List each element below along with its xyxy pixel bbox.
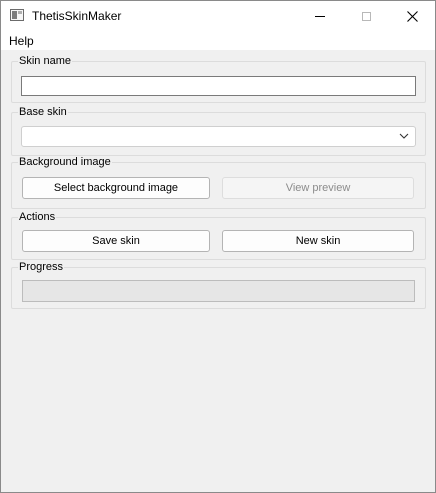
skin-name-input[interactable]	[21, 76, 416, 96]
new-skin-button[interactable]: New skin	[222, 230, 414, 252]
title-bar: ThetisSkinMaker	[1, 1, 435, 32]
close-icon	[406, 11, 418, 22]
background-image-label: Background image	[19, 156, 111, 168]
maximize-icon	[361, 12, 371, 21]
progress-bar	[22, 280, 415, 302]
window-title: ThetisSkinMaker	[32, 9, 122, 23]
progress-label: Progress	[19, 261, 64, 273]
close-button[interactable]	[389, 1, 435, 32]
maximize-button[interactable]	[343, 1, 389, 32]
actions-label: Actions	[19, 211, 56, 223]
view-preview-button[interactable]: View preview	[222, 177, 414, 199]
chevron-down-icon	[399, 133, 409, 139]
select-background-image-button[interactable]: Select background image	[22, 177, 210, 199]
menu-item-help[interactable]: Help	[9, 34, 34, 48]
minimize-icon	[315, 16, 325, 17]
base-skin-dropdown[interactable]	[21, 126, 416, 147]
app-icon[interactable]	[10, 9, 24, 21]
save-skin-button[interactable]: Save skin	[22, 230, 210, 252]
base-skin-label: Base skin	[19, 106, 67, 118]
skin-name-label: Skin name	[19, 55, 71, 67]
minimize-button[interactable]	[297, 1, 343, 32]
menu-bar: Help	[1, 32, 435, 50]
